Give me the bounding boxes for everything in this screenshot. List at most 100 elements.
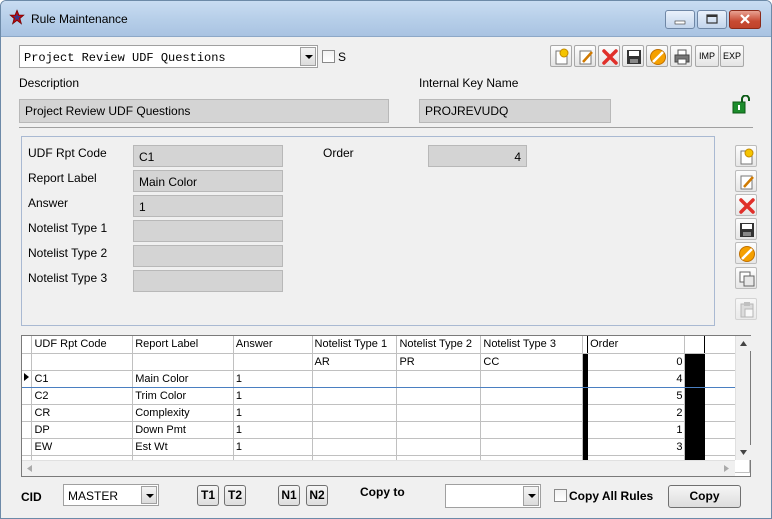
t1-button[interactable]: T1: [197, 485, 219, 506]
edit-record-button[interactable]: [574, 45, 596, 67]
udf-rpt-code-field[interactable]: C1: [133, 145, 283, 167]
cell-report-label[interactable]: [132, 353, 234, 371]
cell-notelist-type-1[interactable]: [312, 438, 398, 456]
cell-order[interactable]: 1: [587, 421, 686, 439]
scroll-left-arrow-icon[interactable]: [22, 461, 37, 476]
answer-field[interactable]: 1: [133, 195, 283, 217]
cell-notelist-type-3[interactable]: [480, 438, 584, 456]
dropdown-arrow-icon[interactable]: [523, 486, 539, 506]
copy-button[interactable]: Copy: [668, 485, 741, 508]
cell-notelist-type-1[interactable]: AR: [312, 353, 398, 371]
side-new-button[interactable]: [735, 145, 757, 167]
cell-notelist-type-1[interactable]: [312, 421, 398, 439]
table-row[interactable]: DP Down Pmt 1 1: [22, 421, 750, 439]
cell-notelist-type-3[interactable]: [480, 387, 584, 405]
side-edit-button[interactable]: [735, 170, 757, 192]
internal-key-field[interactable]: PROJREVUDQ: [419, 99, 611, 123]
col-header-order[interactable]: Order: [587, 336, 686, 354]
row-selector[interactable]: [22, 421, 33, 439]
col-header-report-label[interactable]: Report Label: [132, 336, 234, 354]
scroll-right-arrow-icon[interactable]: [719, 461, 734, 476]
cell-order[interactable]: 0: [587, 353, 686, 371]
unlock-button[interactable]: [730, 93, 752, 115]
cell-report-label[interactable]: Trim Color: [132, 387, 234, 405]
save-record-button[interactable]: [622, 45, 644, 67]
s-checkbox[interactable]: [322, 50, 335, 63]
table-row-current[interactable]: C1 Main Color 1 4: [22, 369, 750, 388]
cell-report-label[interactable]: Down Pmt: [132, 421, 234, 439]
cell-report-label[interactable]: Est Wt: [132, 438, 234, 456]
n2-button[interactable]: N2: [306, 485, 328, 506]
cell-report-label[interactable]: Main Color: [132, 369, 234, 388]
table-row[interactable]: CR Complexity 1 2: [22, 404, 750, 422]
cell-notelist-type-3[interactable]: [480, 421, 584, 439]
col-header-notelist-type-2[interactable]: Notelist Type 2: [396, 336, 482, 354]
cell-answer[interactable]: 1: [233, 369, 313, 388]
close-window-button[interactable]: [729, 10, 761, 29]
cell-notelist-type-2[interactable]: [396, 421, 482, 439]
minimize-button[interactable]: [665, 10, 695, 29]
cell-notelist-type-3[interactable]: [480, 404, 584, 422]
dropdown-arrow-icon[interactable]: [141, 486, 157, 504]
cell-answer[interactable]: 1: [233, 404, 313, 422]
new-record-button[interactable]: [550, 45, 572, 67]
table-row[interactable]: EW Est Wt 1 3: [22, 438, 750, 456]
table-row[interactable]: AR PR CC 0: [22, 353, 750, 371]
cell-order[interactable]: 3: [587, 438, 686, 456]
cell-report-label[interactable]: Complexity: [132, 404, 234, 422]
cell-notelist-type-2[interactable]: [396, 404, 482, 422]
cell-notelist-type-3[interactable]: CC: [480, 353, 584, 371]
row-selector[interactable]: [22, 438, 33, 456]
n1-button[interactable]: N1: [278, 485, 300, 506]
cell-answer[interactable]: 1: [233, 387, 313, 405]
cell-notelist-type-1[interactable]: [312, 404, 398, 422]
cancel-button[interactable]: [646, 45, 668, 67]
side-paste-button[interactable]: [735, 298, 757, 320]
rule-select[interactable]: Project Review UDF Questions: [19, 45, 318, 68]
cell-notelist-type-1[interactable]: [312, 369, 398, 388]
description-field[interactable]: Project Review UDF Questions: [19, 99, 389, 123]
side-cancel-button[interactable]: [735, 242, 757, 264]
scroll-up-arrow-icon[interactable]: [736, 336, 751, 351]
notelist-type-1-field[interactable]: [133, 220, 283, 242]
dropdown-arrow-icon[interactable]: [300, 47, 316, 66]
row-selector[interactable]: [22, 353, 33, 371]
cell-order[interactable]: 5: [587, 387, 686, 405]
report-label-field[interactable]: Main Color: [133, 170, 283, 192]
side-copy-button[interactable]: [735, 267, 757, 289]
notelist-type-2-field[interactable]: [133, 245, 283, 267]
cell-notelist-type-1[interactable]: [312, 387, 398, 405]
cell-notelist-type-2[interactable]: [396, 387, 482, 405]
cid-select[interactable]: MASTER: [63, 484, 159, 506]
notelist-type-3-field[interactable]: [133, 270, 283, 292]
export-button[interactable]: EXP: [720, 45, 744, 67]
cell-udf-rpt-code[interactable]: CR: [31, 404, 134, 422]
order-field[interactable]: 4: [428, 145, 527, 167]
cell-order[interactable]: 2: [587, 404, 686, 422]
copy-to-select[interactable]: [445, 484, 541, 508]
print-button[interactable]: [670, 45, 692, 67]
row-selector[interactable]: [22, 404, 33, 422]
cell-udf-rpt-code[interactable]: EW: [31, 438, 134, 456]
copy-all-rules-checkbox[interactable]: [554, 489, 567, 502]
grid-vertical-scrollbar[interactable]: [735, 336, 751, 460]
row-selector-current[interactable]: [22, 369, 33, 388]
scroll-down-arrow-icon[interactable]: [736, 445, 751, 460]
col-header-udf-rpt-code[interactable]: UDF Rpt Code: [31, 336, 134, 354]
table-row[interactable]: C2 Trim Color 1 5: [22, 387, 750, 405]
col-header-answer[interactable]: Answer: [233, 336, 313, 354]
import-button[interactable]: IMP: [695, 45, 719, 67]
col-header-notelist-type-1[interactable]: Notelist Type 1: [312, 336, 398, 354]
cell-order[interactable]: 4: [587, 369, 686, 388]
maximize-button[interactable]: [697, 10, 727, 29]
row-selector[interactable]: [22, 387, 33, 405]
side-save-button[interactable]: [735, 218, 757, 240]
cell-udf-rpt-code[interactable]: [31, 353, 134, 371]
delete-record-button[interactable]: [598, 45, 620, 67]
cell-udf-rpt-code[interactable]: C1: [31, 369, 134, 388]
grid-horizontal-scrollbar[interactable]: [22, 460, 735, 476]
cell-udf-rpt-code[interactable]: C2: [31, 387, 134, 405]
cell-notelist-type-2[interactable]: PR: [396, 353, 482, 371]
cell-answer[interactable]: 1: [233, 438, 313, 456]
cell-answer[interactable]: [233, 353, 313, 371]
